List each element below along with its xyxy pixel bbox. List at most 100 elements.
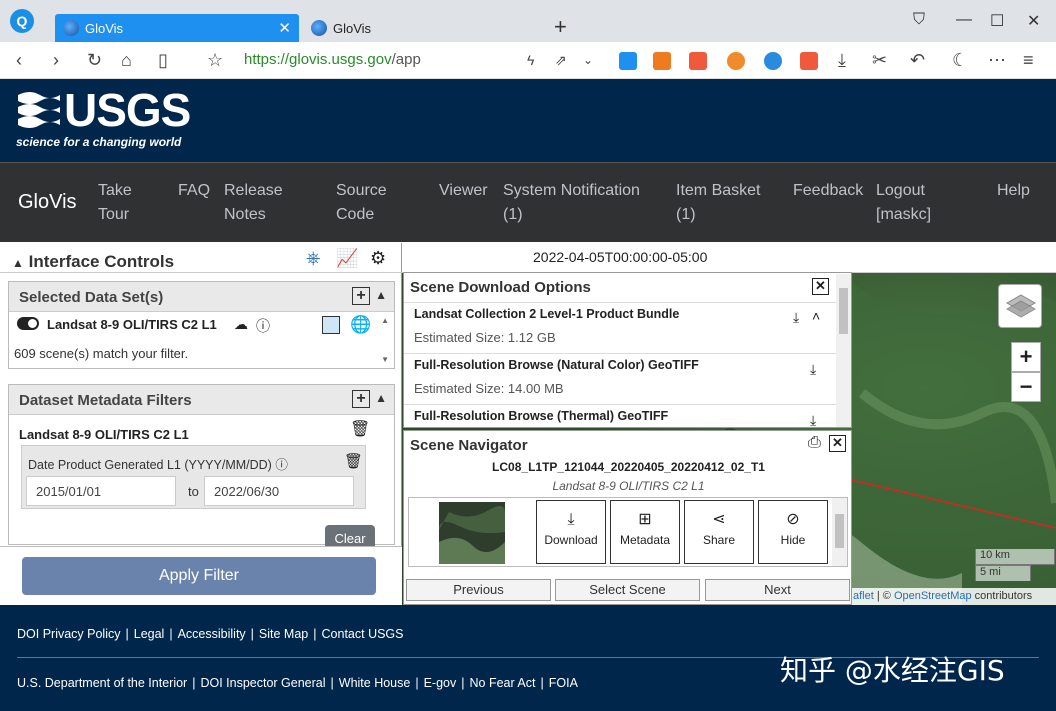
footer-link[interactable]: Contact USGS [322,627,404,641]
scroll-up-icon[interactable]: ▲ [381,316,389,325]
previous-scene-button[interactable]: Previous [406,579,551,601]
chevron-down-icon[interactable]: ⌄ [583,50,593,70]
download-item[interactable]: Full-Resolution Browse (Natural Color) G… [404,353,836,404]
hide-button[interactable]: ⊘ Hide [758,500,828,564]
dataset-toggle[interactable] [17,317,39,330]
footer-link[interactable]: DOI Privacy Policy [17,627,121,641]
more-icon[interactable]: ⋯ [988,50,1006,70]
cloud-icon[interactable]: ☁ [234,316,248,333]
next-scene-button[interactable]: Next [705,579,850,601]
close-window-icon[interactable]: ✕ [1027,11,1040,31]
color-swatch[interactable] [322,316,340,334]
user-settings-icon[interactable]: ⚙ [370,248,386,269]
metadata-button[interactable]: ⊞ Metadata [610,500,680,564]
footer-link[interactable]: FOIA [549,676,578,690]
chart-icon[interactable]: 📈 [336,248,358,269]
nav-help[interactable]: Help [997,179,1030,203]
scrollbar-thumb[interactable] [835,514,844,548]
collapse-caret-icon[interactable]: ▲ [375,391,387,405]
extension-app-icon[interactable] [689,52,707,70]
translate-icon[interactable] [800,52,818,70]
extension-play-icon[interactable] [619,52,637,70]
collapse-caret-icon[interactable]: ▲ [375,288,387,302]
footer-link[interactable]: White House [339,676,411,690]
footer-link[interactable]: Accessibility [178,627,246,641]
reload-icon[interactable]: ↻ [87,50,102,70]
footer-link[interactable]: U.S. Department of the Interior [17,676,187,690]
nav-system-notification[interactable]: System Notification (1) [503,179,640,227]
nav-source-code[interactable]: Source Code [336,179,387,227]
bookmark-bar-icon[interactable]: ⛉ [913,11,925,29]
maximize-icon[interactable]: ☐ [990,11,1004,31]
usgs-wave-logo-icon[interactable] [16,89,62,133]
nav-item-basket[interactable]: Item Basket (1) [676,179,760,227]
footer-link[interactable]: Site Map [259,627,308,641]
close-scene-navigator-button[interactable]: ✕ [829,435,846,452]
globe-icon[interactable]: 🌐 [350,315,371,335]
scrollbar-thumb[interactable] [839,288,848,334]
extension-link-icon[interactable] [764,52,782,70]
scissors-icon[interactable]: ✂ [872,50,887,70]
new-tab-button[interactable]: + [554,16,567,38]
home-icon[interactable]: ⌂ [121,50,132,70]
footer-link[interactable]: Legal [134,627,165,641]
download-item[interactable]: Landsat Collection 2 Level-1 Product Bun… [404,302,836,353]
osm-link[interactable]: OpenStreetMap [894,590,972,602]
minimize-icon[interactable]: — [956,11,972,29]
reader-icon[interactable]: ▯ [158,50,168,70]
nav-feedback[interactable]: Feedback [793,179,863,203]
chevron-up-icon[interactable]: ˄ [812,308,820,324]
tab-glovis-active[interactable]: GloVis ✕ [55,14,299,42]
extension-game-icon[interactable] [727,52,745,70]
interface-controls-header[interactable]: ▲ Interface Controls ⎈ 📈 ⚙ [0,243,402,273]
extension-video-icon[interactable] [653,52,671,70]
undo-icon[interactable]: ↶ [910,50,925,70]
date-from-input[interactable]: 2015/01/01 [26,476,176,506]
close-tab-icon[interactable]: ✕ [278,19,291,37]
scene-thumbnail[interactable] [439,502,505,564]
nav-faq[interactable]: FAQ [178,179,210,203]
add-filter-button[interactable]: + [352,390,370,408]
share-button[interactable]: ⋖ Share [684,500,754,564]
add-dataset-button[interactable]: + [352,287,370,305]
scene-detail-scrollbar[interactable] [832,498,847,566]
nav-release-notes[interactable]: Release Notes [224,179,283,227]
download-options-scrollbar[interactable] [836,274,851,427]
layers-button[interactable] [998,284,1042,328]
footer-link[interactable]: No Fear Act [470,676,536,690]
back-icon[interactable]: ‹ [16,50,22,70]
zoom-in-button[interactable]: + [1011,342,1041,372]
download-icon[interactable]: ⤓ [810,361,816,378]
nav-viewer[interactable]: Viewer [439,179,488,203]
share-page-icon[interactable]: ⇗ [555,50,567,70]
info-icon[interactable]: ⓘ [275,458,288,472]
night-mode-icon[interactable]: ☾ [952,50,968,70]
steering-wheel-icon[interactable]: ⎈ [306,248,320,269]
download-icon[interactable]: ⤓ [810,412,816,429]
menu-icon[interactable]: ≡ [1023,50,1034,70]
usgs-wordmark[interactable]: USGS [64,85,191,135]
footer-link[interactable]: DOI Inspector General [200,676,325,690]
date-to-input[interactable]: 2022/06/30 [204,476,354,506]
select-scene-button[interactable]: Select Scene [555,579,700,601]
browser-logo-icon[interactable]: Q [10,9,34,33]
address-bar[interactable]: https://glovis.usgs.gov/app [244,51,421,68]
leaflet-link[interactable]: aflet [853,590,874,602]
download-icon[interactable]: ⤓ [838,50,846,70]
nav-take-tour[interactable]: Take Tour [98,179,132,227]
scroll-down-icon[interactable]: ▼ [381,355,389,364]
trash-icon[interactable]: 🗑 [350,419,370,439]
info-icon[interactable]: ⓘ [256,316,270,336]
star-icon[interactable]: ☆ [207,50,223,70]
forward-icon[interactable]: › [53,50,59,70]
download-button[interactable]: ⤓ Download [536,500,606,564]
trash-icon[interactable]: 🗑 [344,452,363,470]
close-download-options-button[interactable]: ✕ [812,278,829,295]
footer-link[interactable]: E-gov [424,676,457,690]
clear-filter-button[interactable]: Clear [325,525,375,547]
flash-icon[interactable]: ϟ [527,50,534,70]
tab-glovis[interactable]: GloVis [303,14,543,42]
apply-filter-button[interactable]: Apply Filter [22,557,376,595]
zoom-out-button[interactable]: − [1011,372,1041,402]
export-file-icon[interactable]: ⎙ [808,434,821,452]
